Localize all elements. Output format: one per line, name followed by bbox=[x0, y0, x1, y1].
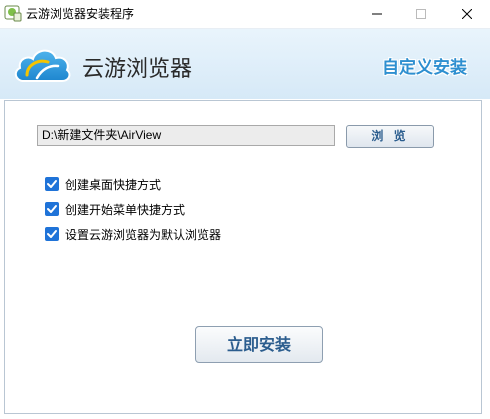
check-icon bbox=[47, 180, 57, 188]
options-panel: D:\新建文件夹\AirView 浏 览 创建桌面快捷方式 创建开始菜单快捷方式… bbox=[4, 100, 482, 414]
title-bar: 云游浏览器安装程序 bbox=[0, 0, 490, 29]
checkbox-checked[interactable] bbox=[45, 202, 59, 216]
custom-install-link[interactable]: 自定义安装 bbox=[382, 53, 467, 78]
browse-button[interactable]: 浏 览 bbox=[346, 125, 434, 148]
window-title: 云游浏览器安装程序 bbox=[26, 7, 135, 21]
install-now-button[interactable]: 立即安装 bbox=[195, 326, 323, 363]
brand-title: 云游浏览器 bbox=[82, 57, 193, 82]
maximize-button[interactable] bbox=[398, 0, 444, 28]
checkbox-checked[interactable] bbox=[45, 177, 59, 191]
check-icon bbox=[47, 205, 57, 213]
check-icon bbox=[47, 230, 57, 238]
option-label: 创建开始菜单快捷方式 bbox=[65, 203, 186, 217]
header-banner: 云游浏览器 自定义安装 bbox=[0, 29, 490, 99]
minimize-icon bbox=[372, 13, 382, 15]
minimize-button[interactable] bbox=[354, 0, 400, 28]
option-label: 设置云游浏览器为默认浏览器 bbox=[65, 228, 222, 242]
cloud-logo-icon bbox=[14, 49, 71, 82]
install-path-field[interactable]: D:\新建文件夹\AirView bbox=[37, 125, 335, 146]
close-button[interactable] bbox=[444, 0, 490, 28]
maximize-icon bbox=[416, 9, 426, 19]
option-label: 创建桌面快捷方式 bbox=[65, 178, 162, 192]
app-icon bbox=[4, 5, 22, 22]
checkbox-checked[interactable] bbox=[45, 227, 59, 241]
close-icon bbox=[462, 9, 472, 19]
